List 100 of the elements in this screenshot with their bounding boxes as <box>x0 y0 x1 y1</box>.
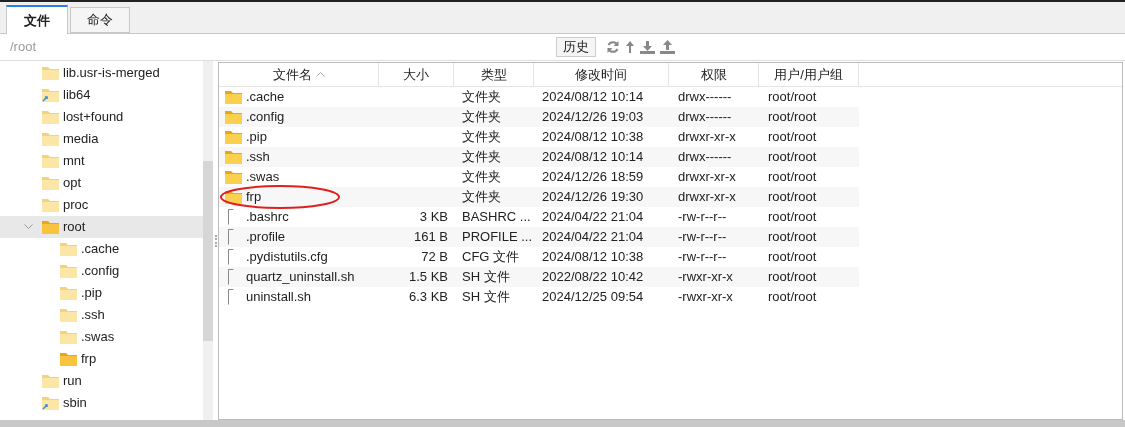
file-size: 161 B <box>414 228 448 247</box>
tab[interactable]: 命令 <box>70 7 130 33</box>
column-header[interactable]: 权限 <box>669 63 759 86</box>
table-row[interactable]: frp 文件夹 2024/12/26 19:30 drwxr-xr-x root/root <box>219 187 859 207</box>
table-row[interactable]: .config 文件夹 2024/12/26 19:03 drwx------ root/root <box>219 107 859 127</box>
file-name[interactable]: .bashrc <box>246 207 289 227</box>
table-row[interactable]: .bashrc 3 KB BASHRC ... 2024/04/22 21:04 -rw-r--r-- root/root <box>219 207 859 227</box>
permissions-text: -rwxr-xr-x <box>678 268 733 287</box>
tree-item[interactable]: .pip <box>0 282 203 304</box>
folder-icon <box>42 110 59 124</box>
tree-item[interactable]: .config <box>0 260 203 282</box>
folder-icon <box>42 66 59 80</box>
tree-item[interactable]: media <box>0 128 203 150</box>
table-row[interactable]: uninstall.sh 6.3 KB SH 文件 2024/12/25 09:54 -rwxr-xr-x root/root <box>219 287 859 307</box>
table-row[interactable]: .swas 文件夹 2024/12/26 18:59 drwxr-xr-x root/root <box>219 167 859 187</box>
file-type: SH 文件 <box>462 288 510 307</box>
download-icon[interactable] <box>640 40 655 54</box>
column-header[interactable]: 文件名 <box>219 63 379 86</box>
table-row[interactable]: .pip 文件夹 2024/08/12 10:38 drwxr-xr-x root/root <box>219 127 859 147</box>
owner-text: root/root <box>768 248 817 267</box>
table-row[interactable]: .ssh 文件夹 2024/08/12 10:14 drwx------ root/root <box>219 147 859 167</box>
folder-icon <box>60 264 77 278</box>
tree-item[interactable]: run <box>0 370 203 392</box>
tree-item[interactable]: lib.usr-is-merged <box>0 62 203 84</box>
column-header[interactable]: 大小 <box>379 63 454 86</box>
upload-icon[interactable] <box>660 40 675 54</box>
file-type: PROFILE ... <box>462 228 533 247</box>
modified-time: 2024/08/12 10:38 <box>542 128 644 147</box>
owner-text: root/root <box>768 128 817 147</box>
owner-text: root/root <box>768 148 817 167</box>
folder-icon <box>42 176 59 190</box>
modified-time: 2024/12/26 18:59 <box>542 168 644 187</box>
folder-icon <box>42 220 59 234</box>
file-type: CFG 文件 <box>462 248 520 267</box>
tree-label: .pip <box>81 284 102 303</box>
file-name[interactable]: frp <box>246 187 262 207</box>
history-button[interactable]: 历史 <box>556 37 596 57</box>
tree-item[interactable]: .ssh <box>0 304 203 326</box>
file-type: BASHRC ... <box>462 208 531 227</box>
permissions-text: -rw-r--r-- <box>678 228 727 247</box>
tree-label: .swas <box>81 328 115 347</box>
up-arrow-icon[interactable] <box>625 40 635 54</box>
folder-icon <box>42 132 59 146</box>
modified-time: 2022/08/22 10:42 <box>542 268 644 287</box>
file-name[interactable]: .swas <box>246 167 280 187</box>
file-type: 文件夹 <box>462 128 501 147</box>
table-row[interactable]: .pydistutils.cfg 72 B CFG 文件 2024/08/12 10:38 -rw-r--r-- root/root <box>219 247 859 267</box>
refresh-icon[interactable] <box>606 40 620 54</box>
tree-item[interactable]: frp <box>0 348 203 370</box>
owner-text: root/root <box>768 228 817 247</box>
file-size: 3 KB <box>419 208 448 227</box>
modified-time: 2024/08/12 10:38 <box>542 248 644 267</box>
column-header[interactable]: 类型 <box>454 63 534 86</box>
file-name[interactable]: quartz_uninstall.sh <box>246 267 355 287</box>
folder-icon <box>225 130 242 144</box>
file-size: 72 B <box>421 248 448 267</box>
tree-item[interactable]: lost+found <box>0 106 203 128</box>
tree-item[interactable]: proc <box>0 194 203 216</box>
header-label: 大小 <box>403 65 429 84</box>
table-row[interactable]: .cache 文件夹 2024/08/12 10:14 drwx------ root/root <box>219 87 859 107</box>
tree-item[interactable]: .swas <box>0 326 203 348</box>
permissions-text: -rw-r--r-- <box>678 248 727 267</box>
table-row[interactable]: .profile 161 B PROFILE ... 2024/04/22 21:04 -rw-r--r-- root/root <box>219 227 859 247</box>
tree-item[interactable]: sbin <box>0 392 203 414</box>
tree-item[interactable]: opt <box>0 172 203 194</box>
file-name[interactable]: uninstall.sh <box>246 287 312 307</box>
folder-icon <box>225 90 242 104</box>
owner-text: root/root <box>768 188 817 207</box>
folder-icon <box>42 154 59 168</box>
header-label: 权限 <box>700 65 727 84</box>
modified-time: 2024/08/12 10:14 <box>542 88 644 107</box>
column-header[interactable]: 用户/用户组 <box>759 63 859 86</box>
tree-item[interactable]: root <box>0 216 203 238</box>
tree-item[interactable]: mnt <box>0 150 203 172</box>
folder-icon <box>60 330 77 344</box>
folder-icon <box>225 110 242 124</box>
permissions-text: drwx------ <box>678 148 732 167</box>
tree-label: lost+found <box>63 108 124 127</box>
file-name[interactable]: .profile <box>246 227 286 247</box>
permissions-text: drwxr-xr-x <box>678 188 736 207</box>
chevron-icon[interactable] <box>24 224 33 230</box>
file-type: 文件夹 <box>462 148 501 167</box>
file-icon <box>228 289 234 305</box>
permissions-text: drwx------ <box>678 88 732 107</box>
file-name[interactable]: .pip <box>246 127 267 147</box>
splitter-handle[interactable] <box>214 234 217 247</box>
folder-icon <box>60 286 77 300</box>
column-header[interactable]: 修改时间 <box>534 63 669 86</box>
file-name[interactable]: .config <box>246 107 285 127</box>
file-name[interactable]: .ssh <box>246 147 270 167</box>
file-icon <box>228 209 234 225</box>
modified-time: 2024/12/25 09:54 <box>542 288 644 307</box>
file-name[interactable]: .pydistutils.cfg <box>246 247 328 267</box>
table-row[interactable]: quartz_uninstall.sh 1.5 KB SH 文件 2022/08/22 10:42 -rwxr-xr-x root/root <box>219 267 859 287</box>
tree-label: lib.usr-is-merged <box>63 64 160 83</box>
tree-item[interactable]: .cache <box>0 238 203 260</box>
tree-item[interactable]: lib64 <box>0 84 203 106</box>
scrollbar-thumb[interactable] <box>203 161 213 341</box>
file-name[interactable]: .cache <box>246 87 285 107</box>
tab[interactable]: 文件 <box>6 5 68 34</box>
